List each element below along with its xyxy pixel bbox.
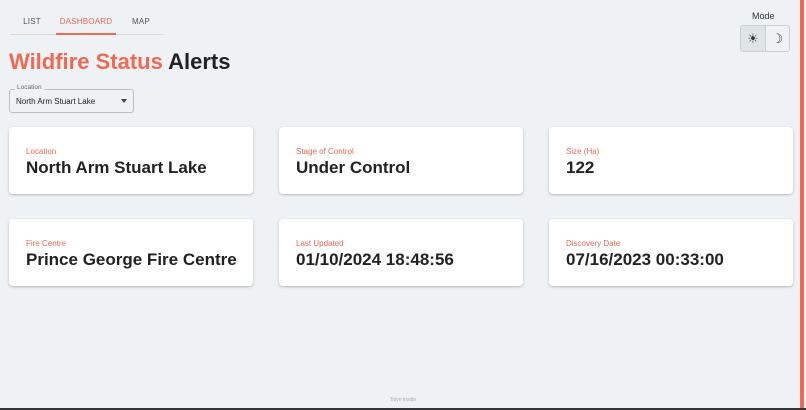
card-label: Stage of Control — [296, 147, 354, 156]
card-value: Under Control — [296, 158, 411, 177]
card-label: Location — [26, 147, 57, 156]
tab-map[interactable]: MAP — [118, 8, 164, 34]
card-label: Last Updated — [296, 239, 344, 248]
card-value: 01/10/2024 18:48:56 — [296, 250, 454, 269]
page-title-rest: Alerts — [168, 49, 231, 74]
mode-label: Mode — [752, 11, 775, 21]
location-select-value: North Arm Stuart Lake — [16, 97, 96, 106]
card-stage-of-control: Stage of Control Under Control — [279, 127, 523, 194]
card-value: 122 — [566, 158, 595, 177]
tab-dashboard[interactable]: DASHBOARD — [54, 8, 118, 35]
dark-mode-button[interactable]: ☽ — [764, 26, 789, 51]
sun-icon: ☀ — [747, 30, 759, 46]
tab-list[interactable]: LIST — [10, 8, 54, 34]
mode-toggle: ☀ ☽ — [740, 25, 790, 52]
card-label: Size (Ha) — [566, 147, 600, 156]
card-fire-centre: Fire Centre Prince George Fire Centre — [9, 219, 253, 286]
scrollbar-accent — [800, 0, 804, 410]
card-value: 07/16/2023 00:33:00 — [566, 250, 724, 269]
card-last-updated: Last Updated 01/10/2024 18:48:56 — [279, 219, 523, 286]
card-label: Fire Centre — [26, 239, 67, 248]
card-value: Prince George Fire Centre — [26, 250, 237, 269]
card-discovery-date: Discovery Date 07/16/2023 00:33:00 — [549, 219, 793, 286]
page-title-accent: Wildfire Status — [9, 49, 163, 74]
page-title: Wildfire Status Alerts — [9, 49, 230, 75]
card-value: North Arm Stuart Lake — [26, 158, 207, 177]
footer-text: Talyn Inside — [389, 397, 417, 403]
caret-down-icon — [121, 99, 127, 103]
nav-tabs: LIST DASHBOARD MAP — [10, 8, 164, 35]
card-location: Location North Arm Stuart Lake — [9, 127, 253, 194]
card-size: Size (Ha) 122 — [549, 127, 793, 194]
light-mode-button[interactable]: ☀ — [741, 26, 765, 51]
moon-icon: ☽ — [771, 30, 784, 46]
location-select-legend: Location — [15, 84, 44, 91]
location-select[interactable]: Location North Arm Stuart Lake — [9, 84, 134, 113]
card-label: Discovery Date — [566, 239, 621, 248]
